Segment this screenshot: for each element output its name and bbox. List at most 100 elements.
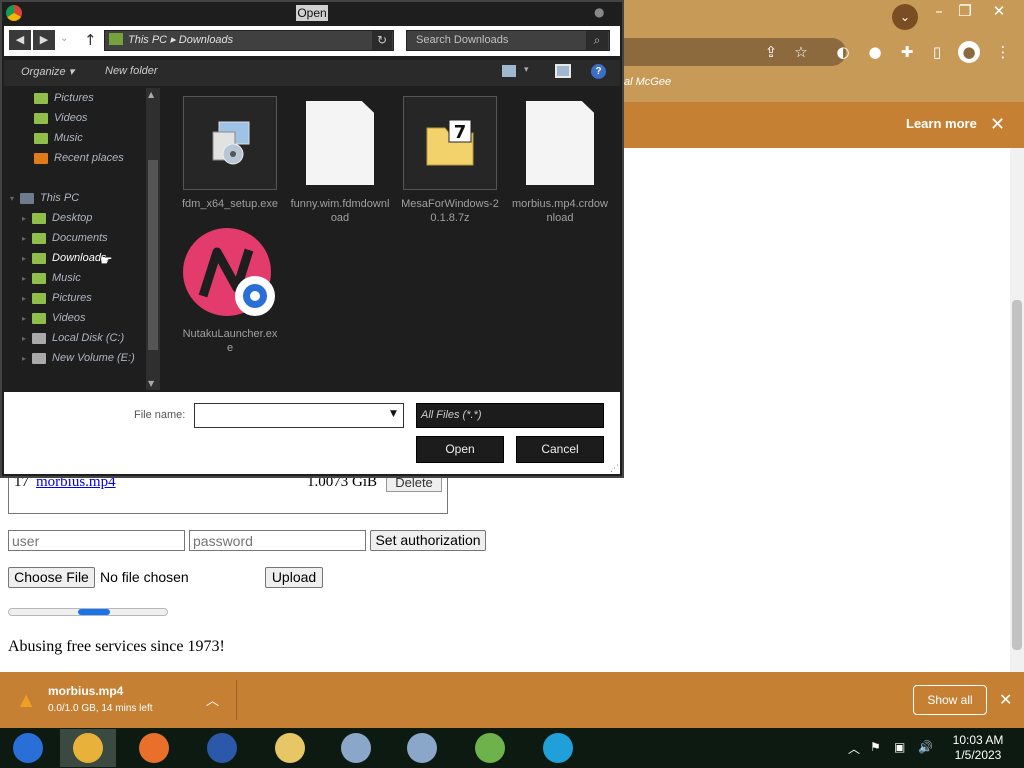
set-authorization-button[interactable]: Set authorization <box>370 530 486 551</box>
download-options-chevron-icon[interactable]: ︿ <box>206 690 219 709</box>
nav-item[interactable]: ▸ New Volume (E:) <box>4 348 162 368</box>
download-shelf-close-icon[interactable]: ✕ <box>999 690 1012 709</box>
side-panel-icon[interactable]: ▯ <box>928 43 946 61</box>
taskbar-obama-logo-button[interactable] <box>194 729 250 767</box>
extension-flag-icon[interactable]: ◐ <box>834 43 852 61</box>
cancel-button[interactable]: Cancel <box>516 436 604 463</box>
recent-locations-chevron-icon[interactable]: ⌄ <box>60 33 68 44</box>
expand-chevron-icon[interactable]: ▸ <box>22 334 26 343</box>
taskbar-file-explorer-button[interactable] <box>262 729 318 767</box>
back-arrow-icon[interactable]: ◀ <box>9 30 31 50</box>
address-path[interactable]: This PC ▸ Downloads <box>128 33 233 46</box>
up-arrow-icon[interactable]: ↑ <box>84 31 97 49</box>
folder-icon <box>32 252 47 264</box>
view-options-chevron-icon[interactable]: ▾ <box>524 65 529 75</box>
action-center-flag-icon[interactable]: ⚑ <box>870 740 881 754</box>
extension-avatar-icon[interactable]: ● <box>866 43 884 61</box>
file-item[interactable]: morbius.mp4.crdownload <box>510 96 610 226</box>
download-file-name[interactable]: morbius.mp4 <box>48 684 123 698</box>
dialog-title: Open <box>296 5 328 21</box>
profile-icon[interactable]: ● <box>958 41 980 63</box>
nav-item[interactable]: Recent places <box>4 148 162 168</box>
nav-pane-scroll-thumb[interactable] <box>148 160 158 350</box>
nav-item[interactable]: Pictures <box>4 88 162 108</box>
taskbar-setup-exe-2-button[interactable] <box>394 729 450 767</box>
bookmark-star-icon[interactable]: ☆ <box>792 43 810 61</box>
page-scrollbar-thumb[interactable] <box>1012 300 1022 650</box>
expand-chevron-icon[interactable]: ▾ <box>10 194 14 203</box>
nav-item[interactable]: ▸ Pictures <box>4 288 162 308</box>
choose-file-button[interactable]: Choose File <box>8 567 95 588</box>
nav-item[interactable]: ▸ Downloads <box>4 248 162 268</box>
nav-item[interactable]: ▸ Videos <box>4 308 162 328</box>
menu-kebab-icon[interactable]: ⋮ <box>994 43 1012 61</box>
volume-icon[interactable]: 🔊 <box>918 740 933 754</box>
search-icon[interactable]: ⌕ <box>586 31 608 50</box>
taskbar-remote-app-button[interactable] <box>530 729 586 767</box>
bookmark-item[interactable]: al McGee <box>624 76 671 88</box>
page-tagline: Abusing free services since 1973! <box>8 638 225 655</box>
taskbar-firefox-button[interactable] <box>126 729 182 767</box>
blank-file-icon <box>293 96 387 190</box>
taskbar-network-app-button[interactable] <box>462 729 518 767</box>
dialog-close-icon[interactable]: ● <box>594 5 604 19</box>
file-item[interactable]: 7 MesaForWindows-20.1.8.7z <box>400 96 500 226</box>
taskbar-desktop-app-button[interactable] <box>0 729 56 767</box>
obama-logo-icon <box>207 733 237 763</box>
help-icon[interactable]: ? <box>591 64 606 79</box>
file-item[interactable]: NutakuLauncher.exe <box>180 226 280 356</box>
file-name-dropdown-icon[interactable]: ▼ <box>390 409 397 419</box>
nav-item[interactable]: Videos <box>4 108 162 128</box>
taskbar-setup-exe-button[interactable] <box>328 729 384 767</box>
clock[interactable]: 10:03 AM 1/5/2023 <box>940 733 1016 763</box>
tray-chevron-icon[interactable]: ︿ <box>848 740 860 757</box>
file-explorer-icon <box>275 733 305 763</box>
expand-chevron-icon[interactable]: ▸ <box>22 294 26 303</box>
forward-arrow-icon[interactable]: ▶ <box>33 30 55 50</box>
preview-pane-icon[interactable] <box>555 64 571 78</box>
expand-chevron-icon[interactable]: ▸ <box>22 214 26 223</box>
password-input[interactable] <box>189 530 366 551</box>
nav-item-label: Documents <box>52 232 108 244</box>
clock-date: 1/5/2023 <box>954 748 1002 762</box>
resize-grip-icon[interactable]: ⋰ <box>610 464 619 474</box>
expand-chevron-icon[interactable]: ▸ <box>22 274 26 283</box>
expand-chevron-icon[interactable]: ▸ <box>22 354 26 363</box>
extensions-puzzle-icon[interactable]: ✚ <box>898 43 916 61</box>
user-input[interactable] <box>8 530 185 551</box>
minimize-icon[interactable]: – <box>930 2 948 20</box>
share-icon[interactable]: ⇪ <box>762 43 780 61</box>
window-close-icon[interactable]: ✕ <box>990 2 1008 20</box>
refresh-icon[interactable]: ↻ <box>372 31 392 50</box>
expand-chevron-icon[interactable]: ▸ <box>22 234 26 243</box>
setup-exe-2-icon <box>407 733 437 763</box>
nav-item[interactable]: ▸ Desktop <box>4 208 162 228</box>
open-button[interactable]: Open <box>416 436 504 463</box>
scroll-down-arrow-icon[interactable]: ▼ <box>148 379 154 388</box>
expand-chevron-icon[interactable]: ▸ <box>22 314 26 323</box>
nav-item[interactable]: ▾ This PC <box>4 188 162 208</box>
file-item[interactable]: fdm_x64_setup.exe <box>180 96 280 226</box>
tab-search-chevron-icon[interactable]: ⌄ <box>892 4 918 30</box>
taskbar-chrome-button[interactable] <box>60 729 116 767</box>
nav-item[interactable]: ▸ Documents <box>4 228 162 248</box>
file-type-filter-select[interactable]: All Files (*.*) <box>416 403 604 428</box>
infobar-close-icon[interactable]: ✕ <box>990 114 1005 135</box>
file-name-input[interactable] <box>194 403 404 428</box>
learn-more-link[interactable]: Learn more <box>906 116 977 131</box>
expand-chevron-icon[interactable]: ▸ <box>22 254 26 263</box>
nav-item[interactable]: ▸ Music <box>4 268 162 288</box>
new-folder-button[interactable]: New folder <box>105 65 158 77</box>
nav-item[interactable]: ▸ Local Disk (C:) <box>4 328 162 348</box>
change-view-icon[interactable] <box>502 65 516 77</box>
restore-icon[interactable]: ❐ <box>956 2 974 20</box>
organize-button[interactable]: Organize ▾ <box>21 65 74 78</box>
scroll-up-arrow-icon[interactable]: ▲ <box>148 90 154 99</box>
show-all-button[interactable]: Show all <box>913 685 987 715</box>
setup-exe-icon <box>341 733 371 763</box>
nav-item[interactable]: Music <box>4 128 162 148</box>
file-item[interactable]: funny.wim.fdmdownload <box>290 96 390 226</box>
network-icon[interactable]: ▣ <box>894 740 905 754</box>
upload-button[interactable]: Upload <box>265 567 323 588</box>
